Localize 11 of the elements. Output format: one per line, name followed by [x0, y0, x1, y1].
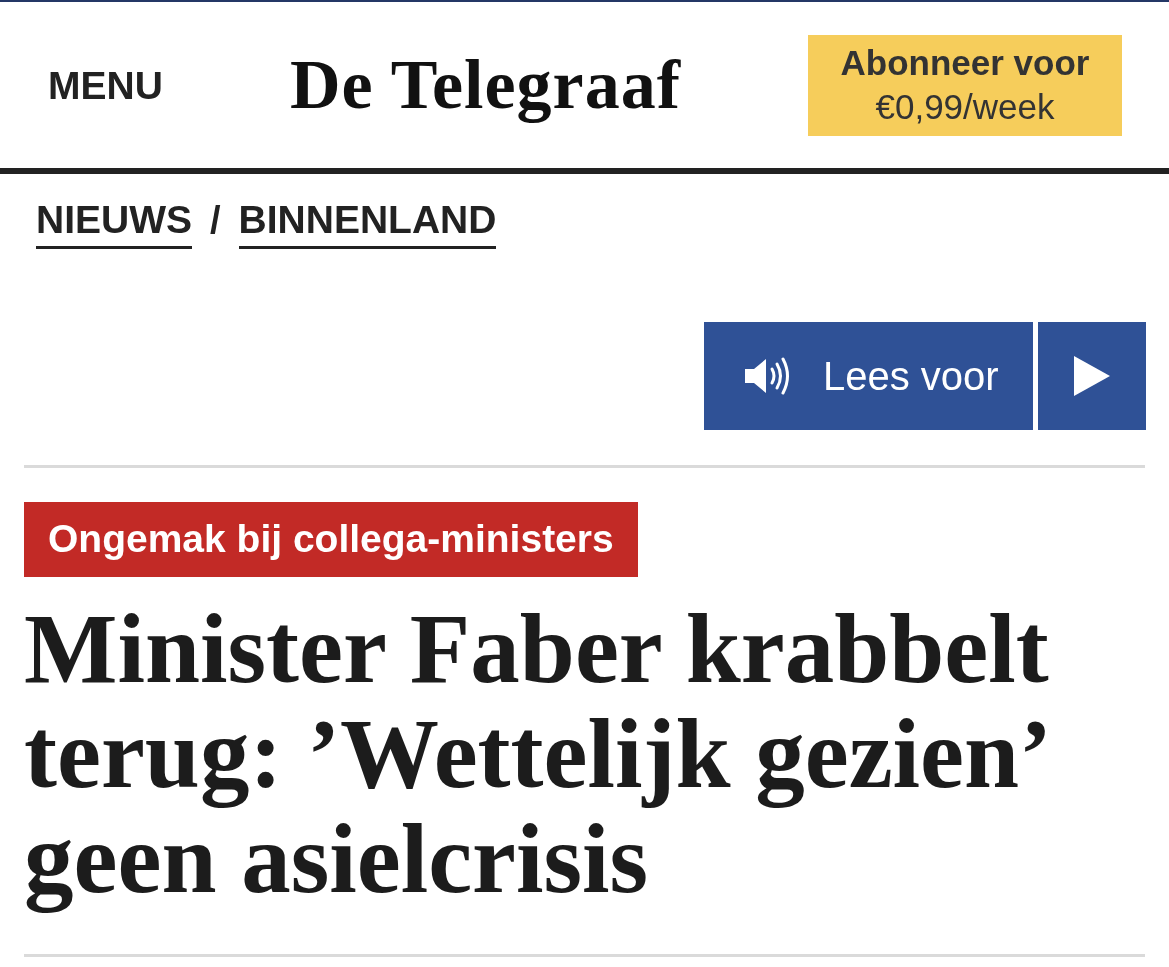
- breadcrumb-link[interactable]: BINNENLAND: [238, 196, 497, 249]
- article-headline: Minister Faber krabbelt terug: ’Wettelijk gezien’ geen asielcrisis: [23, 596, 1050, 911]
- site-logo[interactable]: De Telegraaf: [285, 43, 685, 127]
- breadcrumb-separator: /: [210, 198, 221, 243]
- play-icon: [1074, 356, 1110, 396]
- subscribe-button[interactable]: Abonneer voor €0,99/week: [808, 34, 1122, 136]
- play-button[interactable]: [1038, 322, 1146, 430]
- breadcrumb-link[interactable]: NIEUWS: [36, 196, 192, 249]
- read-aloud-button[interactable]: Lees voor: [704, 322, 1033, 430]
- category-label: Ongemak bij collega-ministers: [24, 502, 638, 577]
- menu-button[interactable]: MENU: [48, 65, 163, 105]
